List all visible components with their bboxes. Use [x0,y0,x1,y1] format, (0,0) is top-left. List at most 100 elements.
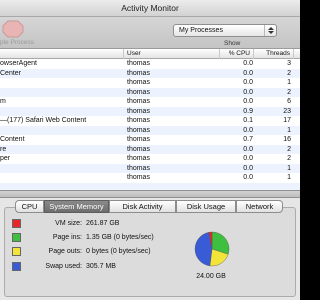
stat-value: 261.87 GB [86,220,120,227]
table-row[interactable]: per thomas 0.0 2 [0,154,300,164]
threads-cell: 1 [287,79,291,86]
table-row[interactable]: —(177) Safari Web Content thomas 0.1 17 [0,116,300,126]
user-cell: thomas [127,79,150,86]
monitor-tab-bar: CPU System Memory Disk Activity Disk Usage N… [15,200,283,213]
table-row[interactable]: owserAgent thomas 0.0 3 [0,59,300,69]
table-row[interactable] [0,182,300,190]
threads-cell: 16 [283,136,291,143]
user-cell: thomas [127,117,150,124]
table-row[interactable]: m thomas 0.0 6 [0,97,300,107]
table-row[interactable]: thomas 0.9 23 [0,106,300,116]
threads-cell: 6 [287,98,291,105]
threads-cell: 2 [287,155,291,162]
select-arrows-icon [264,25,276,36]
stat-value: 305.7 MB [86,263,116,270]
col-cpu[interactable]: % CPU [220,49,254,59]
user-cell: thomas [127,98,150,105]
color-swatch[interactable] [12,219,21,228]
cpu-cell: 0.0 [243,79,253,86]
table-row[interactable]: thomas 0.0 1 [0,173,300,183]
stat-label: Swap used: [45,263,82,270]
process-name-cell: per [0,155,11,162]
table-row[interactable]: thomas 0.0 1 [0,125,300,135]
stat-value: 1.35 GB (0 bytes/sec) [86,234,154,241]
user-cell: thomas [127,69,150,77]
threads-cell: 17 [283,117,291,124]
total-memory-label: 24.00 GB [196,273,226,280]
split-view-divider[interactable] [0,190,300,198]
activity-monitor-window: Activity Monitor ple Process My Processe… [0,0,300,300]
table-row[interactable]: Content thomas 0.7 16 [0,135,300,145]
color-swatch[interactable] [12,233,21,242]
user-cell: thomas [127,88,150,96]
user-cell: thomas [127,155,150,162]
threads-cell: 3 [287,60,291,67]
stat-label: VM size: [55,220,82,227]
stat-label: Page outs: [48,248,82,255]
cpu-cell: 0.0 [243,88,253,96]
col-process-name[interactable] [0,49,124,59]
toolbar: ple Process My Processes Show [0,17,300,49]
cpu-cell: 0.1 [243,117,253,124]
process-table[interactable]: User % CPU Threads owserAgent thomas 0.0 3 C… [0,49,300,190]
process-name-cell: —(177) Safari Web Content [0,117,87,124]
user-cell: thomas [127,60,150,67]
color-swatch[interactable] [12,262,21,271]
user-cell: thomas [127,126,150,134]
title-bar: Activity Monitor [0,0,300,17]
threads-cell: 1 [287,164,291,172]
table-row[interactable]: thomas 0.0 1 [0,78,300,88]
stat-label: Page ins: [52,234,82,241]
table-header: User % CPU Threads [0,49,300,59]
process-filter-select[interactable]: My Processes [173,24,277,37]
user-cell: thomas [127,174,150,181]
threads-cell: 1 [287,174,291,181]
table-body: owserAgent thomas 0.0 3 Center thomas 0.0 2 thom… [0,59,300,190]
quit-process-icon[interactable] [2,20,24,38]
quit-process-label: ple Process [0,39,34,46]
process-name-cell: Center [0,69,22,77]
process-filter-value: My Processes [179,27,223,34]
table-row[interactable]: Center thomas 0.0 2 [0,68,300,78]
tab-network[interactable]: Network [236,200,283,213]
stat-value: 0 bytes (0 bytes/sec) [86,248,151,255]
cpu-cell: 0.0 [243,60,253,67]
tab-system-memory[interactable]: System Memory [44,200,109,213]
process-name-cell: re [0,145,7,153]
user-cell: thomas [127,164,150,172]
threads-cell: 23 [283,107,291,115]
tab-cpu[interactable]: CPU [15,200,44,213]
pie-slice-blue [194,232,213,267]
cpu-cell: 0.0 [243,98,253,105]
threads-cell: 1 [287,126,291,134]
memory-pie-chart [194,231,230,267]
show-label: Show [224,40,241,47]
cpu-cell: 0.0 [243,69,253,77]
color-swatch[interactable] [12,247,21,256]
table-row[interactable]: thomas 0.0 2 [0,87,300,97]
user-cell: thomas [127,107,150,115]
table-row[interactable]: thomas 0.0 1 [0,163,300,173]
cpu-cell: 0.0 [243,164,253,172]
process-name-cell: Content [0,136,25,143]
threads-cell: 2 [287,69,291,77]
user-cell: thomas [127,145,150,153]
tab-disk-usage[interactable]: Disk Usage [176,200,236,213]
cpu-cell: 0.0 [243,174,253,181]
cpu-cell: 0.0 [243,155,253,162]
cpu-cell: 0.0 [243,126,253,134]
table-row[interactable]: re thomas 0.0 2 [0,144,300,154]
tab-disk-activity[interactable]: Disk Activity [109,200,176,213]
window-title: Activity Monitor [121,3,179,13]
process-name-cell: m [0,98,6,105]
user-cell: thomas [127,136,150,143]
threads-cell: 2 [287,145,291,153]
cpu-cell: 0.7 [243,136,253,143]
col-user[interactable]: User [124,49,220,59]
threads-cell: 2 [287,88,291,96]
col-threads[interactable]: Threads [254,49,294,59]
cpu-cell: 0.0 [243,145,253,153]
cpu-cell: 0.9 [243,107,253,115]
system-memory-panel: VM size: 261.87 GB Page ins: 1.35 GB (0 byt… [4,207,296,297]
process-name-cell: owserAgent [0,60,37,67]
